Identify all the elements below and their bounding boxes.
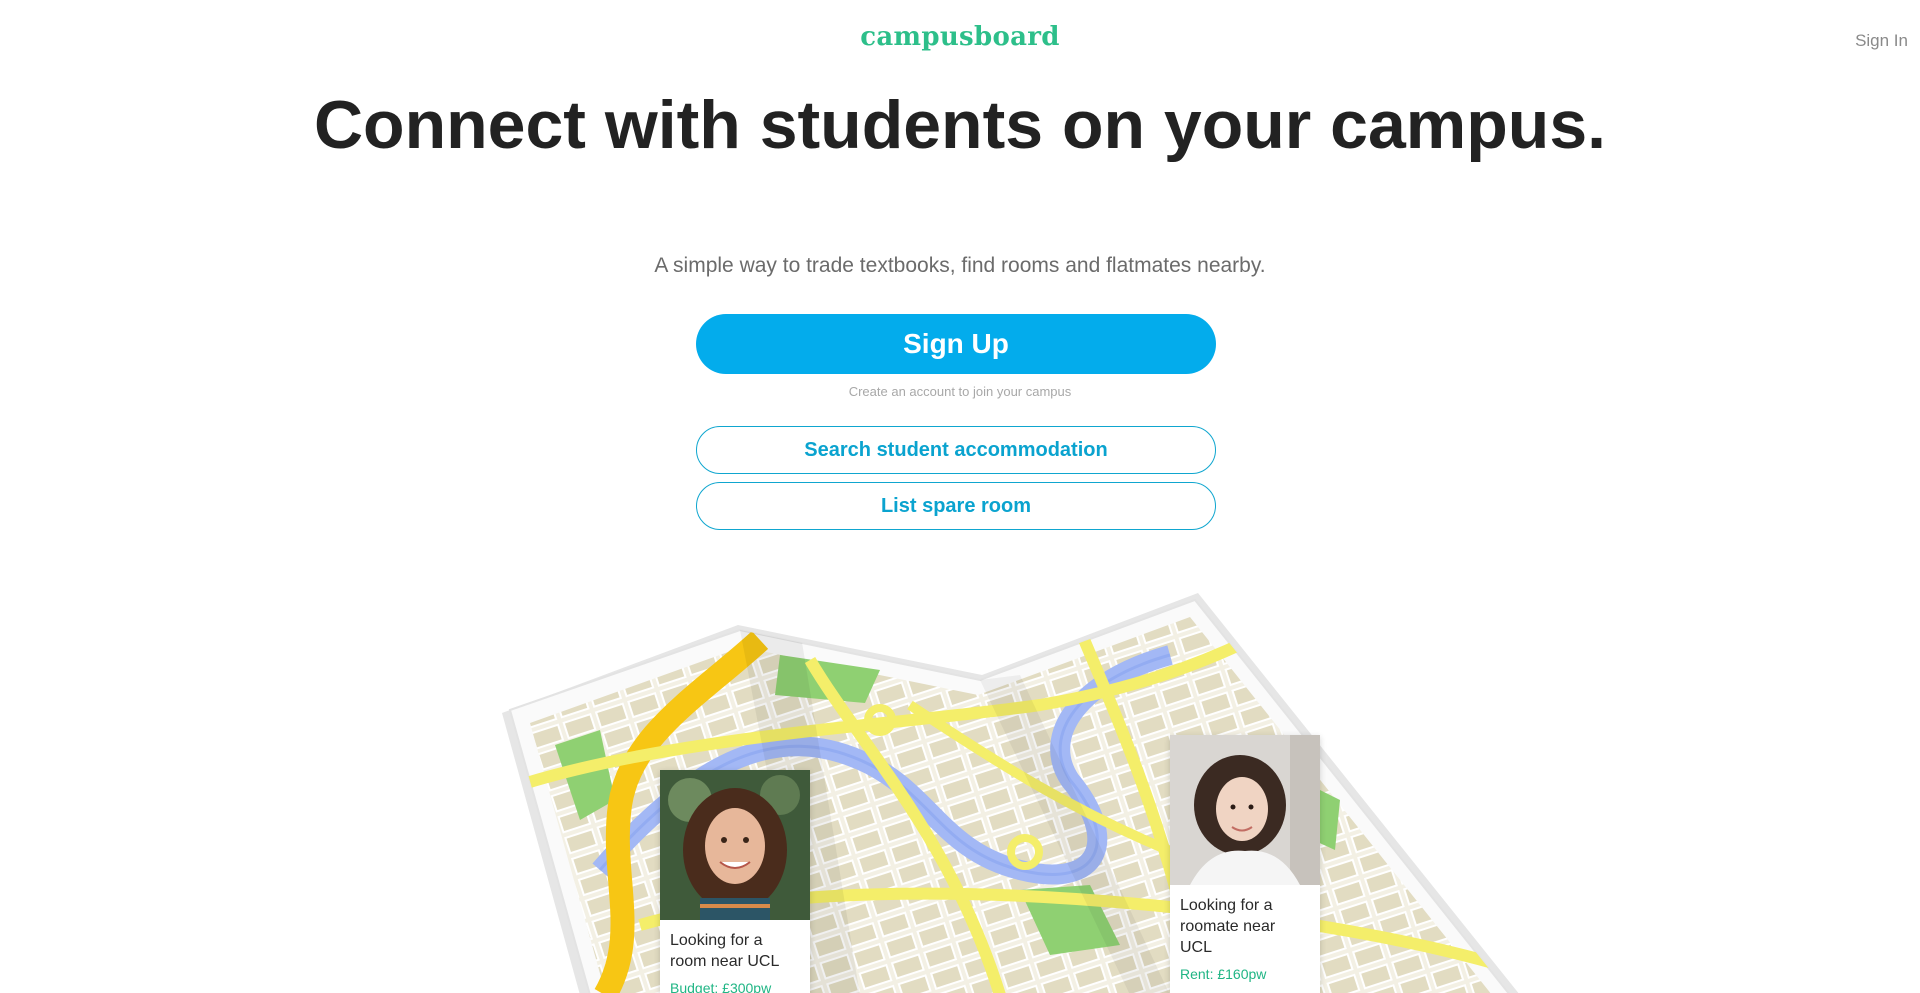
sign-up-caption: Create an account to join your campus (848, 384, 1072, 399)
top-bar: campusboard Sign In (0, 0, 1920, 80)
sign-in-link[interactable]: Sign In (1855, 31, 1908, 51)
card-budget: Budget: £300pw (670, 980, 772, 993)
map-svg (502, 593, 1519, 993)
hero-subtitle: A simple way to trade textbooks, find ro… (654, 254, 1266, 277)
search-accommodation-button[interactable]: Search student accommodation (696, 426, 1216, 474)
person-photo-icon (1170, 735, 1320, 885)
sign-up-button[interactable]: Sign Up (696, 314, 1216, 374)
card-description: Looking for a room near UCL (670, 932, 780, 970)
campus-map-illustration (480, 585, 1540, 993)
avatar (660, 770, 810, 920)
listing-card-roommate-offer[interactable]: Looking for a roomate near UCL Rent: £16… (1170, 735, 1320, 993)
list-spare-room-button[interactable]: List spare room (696, 482, 1216, 530)
listing-card-room-seeker[interactable]: Looking for a room near UCL Budget: £300… (660, 770, 810, 993)
card-rent: Rent: £160pw (1180, 966, 1267, 982)
avatar (1170, 735, 1320, 885)
card-description: Looking for a roomate near UCL (1180, 897, 1276, 956)
brand-logo[interactable]: campusboard (0, 22, 1920, 52)
hero-title: Connect with students on your campus. (313, 87, 1607, 163)
person-photo-icon (660, 770, 810, 920)
